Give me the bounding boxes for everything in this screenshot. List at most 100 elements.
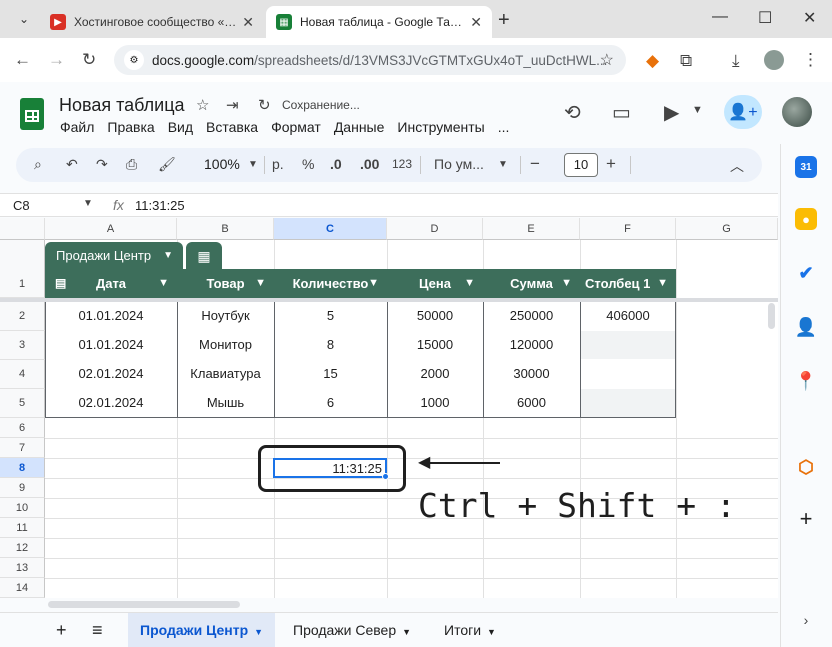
- row-header-5[interactable]: 5: [0, 389, 45, 418]
- horizontal-scrollbar[interactable]: [48, 601, 240, 608]
- chevron-down-icon[interactable]: ▼: [464, 269, 475, 298]
- chevron-down-icon[interactable]: ▼: [368, 269, 379, 298]
- row-header-4[interactable]: 4: [0, 360, 45, 389]
- row-header-11[interactable]: 11: [0, 518, 45, 538]
- cell-a2[interactable]: 01.01.2024: [45, 308, 177, 323]
- menu-tools[interactable]: Инструменты: [397, 119, 484, 135]
- font-select[interactable]: По ум...: [434, 156, 484, 172]
- all-sheets-icon[interactable]: ≡: [80, 613, 115, 647]
- cell-f2[interactable]: 406000: [580, 308, 676, 323]
- cell-e2[interactable]: 250000: [483, 308, 580, 323]
- reload-icon[interactable]: ↻: [82, 50, 96, 70]
- zoom-dropdown-icon[interactable]: ▼: [248, 159, 258, 170]
- menu-more[interactable]: ...: [498, 119, 510, 135]
- table-view-icon[interactable]: ▦: [186, 242, 222, 270]
- increase-font-size-button[interactable]: +: [606, 154, 616, 174]
- row-header-13[interactable]: 13: [0, 558, 45, 578]
- cell-c5[interactable]: 6: [274, 395, 387, 410]
- version-history-icon[interactable]: ⟲: [564, 100, 581, 125]
- font-dropdown-icon[interactable]: ▼: [498, 159, 508, 170]
- print-icon[interactable]: ⎙: [126, 156, 137, 173]
- cell-c4[interactable]: 15: [274, 366, 387, 381]
- account-avatar[interactable]: [782, 97, 812, 127]
- spreadsheet-grid[interactable]: A B C D E F G 1 2 3 4 5 6 7 8 9 10 11 12…: [0, 218, 778, 598]
- cell-b5[interactable]: Мышь: [177, 395, 274, 410]
- decrease-font-size-button[interactable]: −: [530, 154, 540, 174]
- calendar-icon[interactable]: 31: [795, 156, 817, 178]
- column-header-d[interactable]: D: [387, 218, 483, 240]
- menu-view[interactable]: Вид: [168, 119, 193, 135]
- extension-fox-icon[interactable]: ◆: [646, 51, 659, 71]
- undo-icon[interactable]: ↶: [66, 156, 78, 173]
- forward-icon[interactable]: →: [48, 50, 65, 70]
- row-header-8[interactable]: 8: [0, 458, 45, 478]
- table-header-quantity[interactable]: Количество ▼: [274, 269, 387, 298]
- contacts-icon[interactable]: 👤: [795, 316, 817, 338]
- cell-c2[interactable]: 5: [274, 308, 387, 323]
- table-header-date[interactable]: ▤ Дата ▼: [45, 269, 177, 298]
- chevron-down-icon[interactable]: ▼: [255, 269, 266, 298]
- cell-b4[interactable]: Клавиатура: [177, 366, 274, 381]
- meet-icon[interactable]: ▶: [664, 100, 679, 125]
- meet-dropdown-icon[interactable]: ▼: [692, 104, 703, 116]
- window-close-icon[interactable]: ✕: [803, 8, 816, 28]
- column-header-b[interactable]: B: [177, 218, 274, 240]
- paint-format-icon[interactable]: 🖌: [158, 156, 176, 173]
- tasks-icon[interactable]: ✔: [795, 262, 817, 284]
- collapse-toolbar-icon[interactable]: ︿: [730, 156, 744, 176]
- profile-avatar[interactable]: [764, 50, 784, 70]
- minimize-icon[interactable]: —: [712, 8, 728, 26]
- row-header-6[interactable]: 6: [0, 418, 45, 438]
- table-header-column1[interactable]: Столбец 1 ▼: [580, 269, 676, 298]
- chevron-down-icon[interactable]: ▼: [657, 269, 668, 298]
- table-menu-dropdown-icon[interactable]: ▼: [163, 242, 173, 270]
- row-header-1[interactable]: 1: [0, 240, 45, 298]
- download-icon[interactable]: ⤓: [732, 51, 740, 71]
- share-button[interactable]: 👤+: [724, 95, 762, 129]
- maximize-icon[interactable]: ☐: [758, 8, 772, 28]
- tab-search-icon[interactable]: ⌄: [14, 10, 34, 28]
- vertical-scrollbar[interactable]: [768, 303, 775, 329]
- row-header-7[interactable]: 7: [0, 438, 45, 458]
- extensions-puzzle-icon[interactable]: ⧉: [680, 51, 692, 71]
- menu-edit[interactable]: Правка: [107, 119, 154, 135]
- cell-a3[interactable]: 01.01.2024: [45, 337, 177, 352]
- cell-b3[interactable]: Монитор: [177, 337, 274, 352]
- back-icon[interactable]: ←: [14, 50, 31, 70]
- browser-tab-sheets[interactable]: ▦ Новая таблица - Google Таблицы ✕: [266, 6, 492, 38]
- column-header-e[interactable]: E: [483, 218, 580, 240]
- row-header-3[interactable]: 3: [0, 331, 45, 360]
- cell-a4[interactable]: 02.01.2024: [45, 366, 177, 381]
- name-box[interactable]: C8: [13, 198, 30, 213]
- row-header-9[interactable]: 9: [0, 478, 45, 498]
- chevron-down-icon[interactable]: ▼: [402, 627, 411, 637]
- sheet-tab-itogi[interactable]: Итоги ▼: [432, 613, 508, 647]
- keep-icon[interactable]: ●: [795, 208, 817, 230]
- browser-menu-icon[interactable]: ⋮: [802, 50, 819, 70]
- formula-input[interactable]: 11:31:25: [135, 198, 185, 213]
- column-header-g[interactable]: G: [676, 218, 778, 240]
- add-sheet-icon[interactable]: +: [44, 613, 79, 647]
- cell-d2[interactable]: 50000: [387, 308, 483, 323]
- close-tab-icon[interactable]: ✕: [470, 14, 482, 31]
- row-header-12[interactable]: 12: [0, 538, 45, 558]
- column-header-a[interactable]: A: [45, 218, 177, 240]
- cell-b2[interactable]: Ноутбук: [177, 308, 274, 323]
- address-bar[interactable]: ⚙ docs.google.com/spreadsheets/d/13VMS3J…: [114, 45, 626, 75]
- close-tab-icon[interactable]: ✕: [242, 14, 254, 31]
- chevron-down-icon[interactable]: ▼: [487, 627, 496, 637]
- cell-d4[interactable]: 2000: [387, 366, 483, 381]
- cell-e3[interactable]: 120000: [483, 337, 580, 352]
- chevron-down-icon[interactable]: ▼: [254, 627, 263, 637]
- cell-e5[interactable]: 6000: [483, 395, 580, 410]
- column-header-f[interactable]: F: [580, 218, 676, 240]
- cell-c3[interactable]: 8: [274, 337, 387, 352]
- decrease-decimal-button[interactable]: .0: [330, 156, 342, 172]
- bookmark-star-icon[interactable]: ☆: [600, 50, 614, 70]
- select-all-corner[interactable]: [0, 218, 45, 240]
- get-addons-icon[interactable]: +: [795, 506, 817, 531]
- more-formats-button[interactable]: 123: [392, 157, 412, 171]
- menu-file[interactable]: Файл: [60, 119, 94, 135]
- zoom-select[interactable]: 100%: [204, 156, 240, 172]
- table-header-product[interactable]: Товар ▼: [177, 269, 274, 298]
